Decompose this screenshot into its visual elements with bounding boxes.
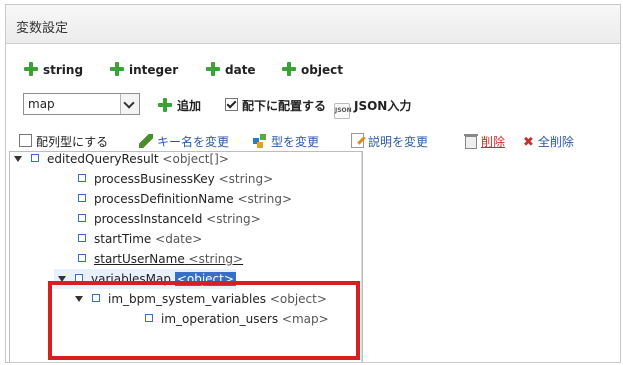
node-icon [78,254,86,262]
variable-tree[interactable]: editedQueryResult <object[]> processBusi… [9,149,363,362]
add-object-button[interactable]: object [282,61,343,79]
trash-icon [464,134,478,149]
add-integer-label: integer [129,63,179,77]
add-string-button[interactable]: string [24,61,83,79]
change-type-button[interactable]: 型を変更 [253,133,319,150]
change-type-label: 型を変更 [271,135,320,149]
node-name: processDefinitionName [94,192,234,206]
add-date-button[interactable]: date [206,61,256,79]
node-name: variablesMap [91,272,171,286]
expand-toggle-icon[interactable] [14,156,22,162]
plus-icon [206,62,220,76]
node-icon [31,154,39,162]
node-type: <map> [281,312,329,326]
node-type: <object> [269,292,327,306]
node-icon [145,314,153,322]
plus-icon [24,62,38,76]
add-button-label: 追加 [177,99,202,113]
node-icon [78,234,86,242]
pencil-icon [139,134,153,148]
json-icon: JSON [334,103,352,119]
plus-icon [110,62,124,76]
tree-node-processInstanceId[interactable]: processInstanceId <string> [78,209,261,229]
node-name: startUserName [94,252,185,266]
array-type-option[interactable]: 配列型にする [19,133,108,150]
tree-node-im_bpm_system_variables[interactable]: im_bpm_system_variables <object> [75,289,327,309]
array-type-label: 配列型にする [36,135,109,149]
node-icon [75,274,83,282]
tree-node-processDefinitionName[interactable]: processDefinitionName <string> [78,189,292,209]
node-icon [78,214,86,222]
node-name: startTime [94,232,152,246]
node-type: <string> [237,192,293,206]
change-description-label: 説明を変更 [368,135,429,149]
node-type: <date> [155,232,203,246]
expand-toggle-icon[interactable] [58,276,66,282]
node-type: <object> [174,272,236,286]
tree-divider [361,152,362,362]
variable-settings-panel: 変数設定 string integer date object map 追加 配… [5,4,621,363]
node-name: im_operation_users [161,312,279,326]
tree-node-processBusinessKey[interactable]: processBusinessKey <string> [78,169,273,189]
add-date-label: date [225,63,256,77]
node-type: <string> [188,252,244,266]
node-name: editedQueryResult [47,152,159,166]
node-name: im_bpm_system_variables [108,292,266,306]
cubes-icon [253,134,267,148]
delete-label: 削除 [481,135,506,149]
plus-icon [282,62,296,76]
type-select-value: map [28,97,55,111]
node-name: processInstanceId [94,212,203,226]
expand-toggle-icon[interactable] [75,296,83,302]
rename-key-button[interactable]: キー名を変更 [139,133,229,150]
node-type: <string> [206,212,261,226]
chevron-down-icon[interactable] [120,94,139,114]
place-under-option[interactable]: 配下に配置する [225,97,326,114]
title-bar: 変数設定 [6,5,620,44]
json-input-button[interactable]: JSON JSON入力 [334,97,411,119]
close-icon: ✖ [523,135,534,150]
node-icon [92,294,100,302]
delete-all-label: 全削除 [537,135,574,149]
add-string-label: string [43,63,84,77]
tree-node-startUserName[interactable]: startUserName <string> [78,249,243,269]
array-type-checkbox[interactable] [19,134,32,147]
delete-button[interactable]: 削除 [464,133,506,150]
change-description-button[interactable]: 説明を変更 [351,133,428,150]
delete-all-button[interactable]: ✖ 全削除 [523,133,574,150]
node-icon [78,174,86,182]
plus-icon [158,98,172,112]
node-type: <object[]> [162,152,229,166]
place-under-checkbox[interactable] [225,98,238,111]
node-icon [78,194,86,202]
tree-node-im_operation_users[interactable]: im_operation_users <map> [145,309,329,329]
tree-node-startTime[interactable]: startTime <date> [78,229,202,249]
add-object-label: object [301,63,343,77]
type-select[interactable]: map [23,93,140,115]
place-under-label: 配下に配置する [242,99,327,113]
tree-node-variablesMap[interactable]: variablesMap <object> [54,269,236,289]
panel-title: 変数設定 [16,21,69,36]
add-button[interactable]: 追加 [158,97,201,114]
edit-document-icon [351,133,364,148]
add-integer-button[interactable]: integer [110,61,178,79]
node-type: <string> [218,172,274,186]
json-input-label: JSON入力 [354,99,412,113]
node-name: processBusinessKey [94,172,215,186]
tree-node-editedQueryResult[interactable]: editedQueryResult <object[]> [14,149,229,169]
rename-key-label: キー名を変更 [157,135,230,149]
